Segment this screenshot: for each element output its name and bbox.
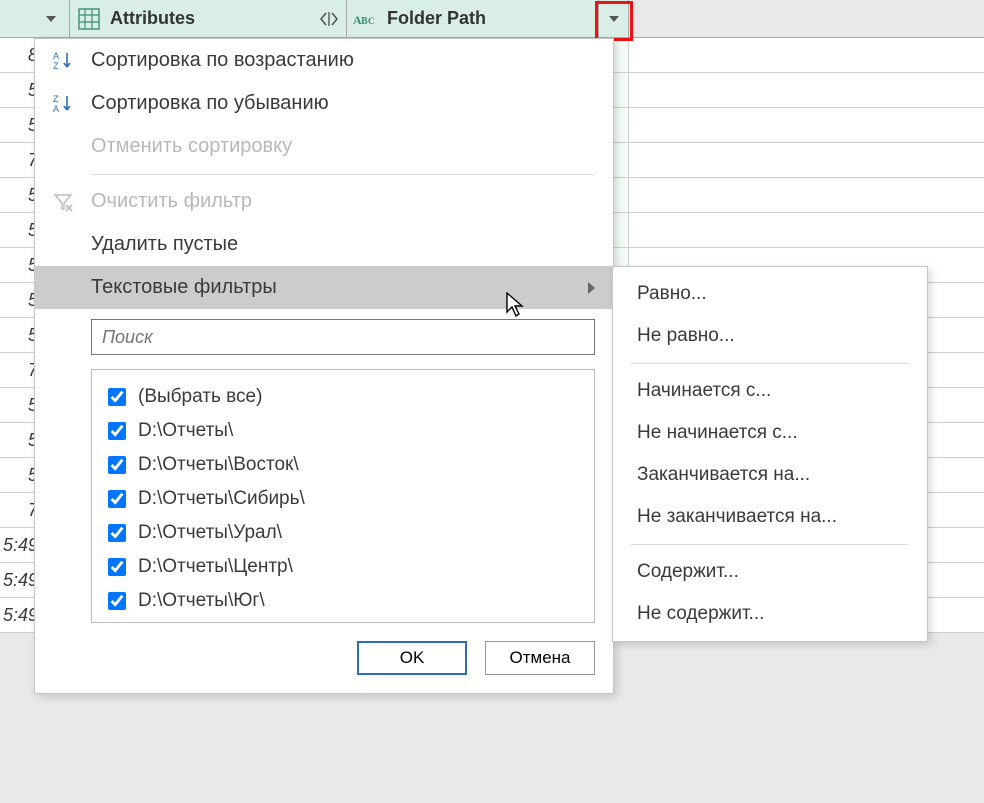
filter-toggle-time[interactable] xyxy=(35,0,65,37)
svg-text:A: A xyxy=(53,104,59,114)
filter-checkbox[interactable] xyxy=(108,422,126,440)
table-type-icon xyxy=(76,6,102,32)
submenu-item[interactable]: Содержит... xyxy=(613,551,927,593)
submenu-item[interactable]: Не заканчивается на... xyxy=(613,496,927,538)
submenu-item[interactable]: Не содержит... xyxy=(613,593,927,635)
expand-icon[interactable] xyxy=(318,8,340,30)
column-label: Folder Path xyxy=(387,8,486,29)
filter-check-item[interactable]: D:\Отчеты\ xyxy=(104,414,582,448)
filter-check-label: D:\Отчеты\Сибирь\ xyxy=(138,488,305,510)
menu-remove-empty[interactable]: Удалить пустые xyxy=(35,223,613,266)
submenu-separator xyxy=(631,363,909,364)
text-type-icon: A B C xyxy=(353,6,379,32)
submenu-item[interactable]: Не равно... xyxy=(613,315,927,357)
menu-label: Текстовые фильтры xyxy=(91,276,277,299)
menu-label: Отменить сортировку xyxy=(91,135,292,158)
sort-asc-icon: A Z xyxy=(35,49,91,71)
filter-check-item[interactable]: D:\Отчеты\Восток\ xyxy=(104,448,582,482)
menu-separator xyxy=(91,174,595,175)
clear-filter-icon xyxy=(35,192,91,212)
submenu-item[interactable]: Заканчивается на... xyxy=(613,454,927,496)
text-filters-submenu: Равно...Не равно... Начинается с...Не нач… xyxy=(612,266,928,642)
svg-text:C: C xyxy=(368,16,375,26)
svg-text:B: B xyxy=(361,16,368,27)
column-header-folder-path: A B C Folder Path xyxy=(347,0,629,37)
filter-check-label: (Выбрать все) xyxy=(138,386,262,408)
menu-label: Сортировка по возрастанию xyxy=(91,49,354,72)
filter-check-label: D:\Отчеты\ xyxy=(138,420,233,442)
svg-text:Z: Z xyxy=(53,61,59,71)
menu-label: Сортировка по убыванию xyxy=(91,92,329,115)
submenu-item[interactable]: Не начинается с... xyxy=(613,412,927,454)
submenu-item[interactable]: Начинается с... xyxy=(613,370,927,412)
filter-checklist: (Выбрать все) D:\Отчеты\ D:\Отчеты\Восток\… xyxy=(91,369,595,623)
filter-check-item[interactable]: D:\Отчеты\Юг\ xyxy=(104,584,582,618)
filter-check-label: D:\Отчеты\Центр\ xyxy=(138,556,293,578)
menu-clear-filter: Очистить фильтр xyxy=(35,181,613,224)
svg-text:Z: Z xyxy=(53,94,59,104)
cancel-button[interactable]: Отмена xyxy=(485,641,595,675)
filter-toggle-folder-path[interactable] xyxy=(598,0,628,37)
menu-text-filters[interactable]: Текстовые фильтры xyxy=(35,266,613,309)
submenu-separator xyxy=(631,544,909,545)
submenu-arrow-icon xyxy=(588,282,595,294)
filter-check-item[interactable]: (Выбрать все) xyxy=(104,380,582,414)
filter-check-label: D:\Отчеты\Восток\ xyxy=(138,454,299,476)
filter-check-label: D:\Отчеты\Юг\ xyxy=(138,590,265,612)
filter-checkbox[interactable] xyxy=(108,524,126,542)
column-headers: Attributes A B C Folder Path xyxy=(0,0,984,38)
submenu-item[interactable]: Равно... xyxy=(613,273,927,315)
filter-checkbox[interactable] xyxy=(108,558,126,576)
menu-sort-desc[interactable]: Z A Сортировка по убыванию xyxy=(35,82,613,125)
filter-dropdown: A Z Сортировка по возрастанию Z A Сортир… xyxy=(34,38,614,694)
filter-search-input[interactable] xyxy=(91,319,595,355)
filter-checkbox[interactable] xyxy=(108,490,126,508)
filter-checkbox[interactable] xyxy=(108,592,126,610)
column-label: Attributes xyxy=(110,8,195,29)
filter-check-item[interactable]: D:\Отчеты\Сибирь\ xyxy=(104,482,582,516)
dialog-buttons: OK Отмена xyxy=(35,623,613,693)
filter-checkbox[interactable] xyxy=(108,388,126,406)
filter-search-wrap xyxy=(35,309,613,359)
svg-text:A: A xyxy=(53,51,59,61)
ok-button[interactable]: OK xyxy=(357,641,467,675)
menu-label: Удалить пустые xyxy=(91,233,238,256)
filter-checkbox[interactable] xyxy=(108,456,126,474)
sort-desc-icon: Z A xyxy=(35,92,91,114)
menu-sort-asc[interactable]: A Z Сортировка по возрастанию xyxy=(35,39,613,82)
filter-check-item[interactable]: D:\Отчеты\Центр\ xyxy=(104,550,582,584)
filter-check-item[interactable]: D:\Отчеты\Урал\ xyxy=(104,516,582,550)
column-header-attributes: Attributes xyxy=(70,0,347,37)
menu-label: Очистить фильтр xyxy=(91,190,252,213)
column-header-time xyxy=(0,0,70,37)
filter-check-label: D:\Отчеты\Урал\ xyxy=(138,522,282,544)
menu-clear-sort: Отменить сортировку xyxy=(35,125,613,168)
